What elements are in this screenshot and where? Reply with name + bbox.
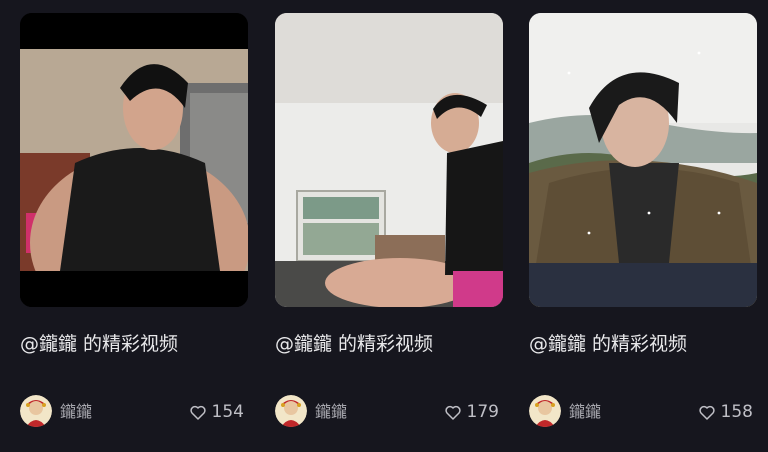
video-grid: @鑨鑨 的精彩视频 鑨鑨 154 @鑨鑨 的精彩视频 鑨鑨 179 @鑨鑨 的精… [0, 0, 768, 452]
like-count[interactable]: 179 [444, 401, 499, 423]
like-count-value: 179 [466, 402, 499, 422]
like-count-value: 154 [211, 402, 244, 422]
video-card[interactable]: @鑨鑨 的精彩视频 鑨鑨 179 [275, 13, 503, 452]
like-count[interactable]: 154 [189, 401, 244, 423]
author-name[interactable]: 鑨鑨 [315, 402, 347, 422]
video-meta: 鑨鑨 179 [275, 395, 503, 429]
heart-outline-icon [444, 405, 461, 420]
author-name[interactable]: 鑨鑨 [60, 402, 92, 422]
video-thumbnail[interactable] [275, 13, 503, 307]
video-title[interactable]: @鑨鑨 的精彩视频 [20, 331, 248, 357]
user-avatar[interactable] [20, 395, 52, 427]
video-meta: 鑨鑨 158 [529, 395, 757, 429]
heart-outline-icon [189, 405, 206, 420]
like-count[interactable]: 158 [698, 401, 753, 423]
like-count-value: 158 [720, 402, 753, 422]
video-title[interactable]: @鑨鑨 的精彩视频 [529, 331, 757, 357]
video-title[interactable]: @鑨鑨 的精彩视频 [275, 331, 503, 357]
user-avatar[interactable] [529, 395, 561, 427]
video-card[interactable]: @鑨鑨 的精彩视频 鑨鑨 158 [529, 13, 757, 452]
video-meta: 鑨鑨 154 [20, 395, 248, 429]
heart-outline-icon [698, 405, 715, 420]
author-name[interactable]: 鑨鑨 [569, 402, 601, 422]
video-card[interactable]: @鑨鑨 的精彩视频 鑨鑨 154 [20, 13, 248, 452]
user-avatar[interactable] [275, 395, 307, 427]
video-thumbnail[interactable] [529, 13, 757, 307]
video-thumbnail[interactable] [20, 13, 248, 307]
